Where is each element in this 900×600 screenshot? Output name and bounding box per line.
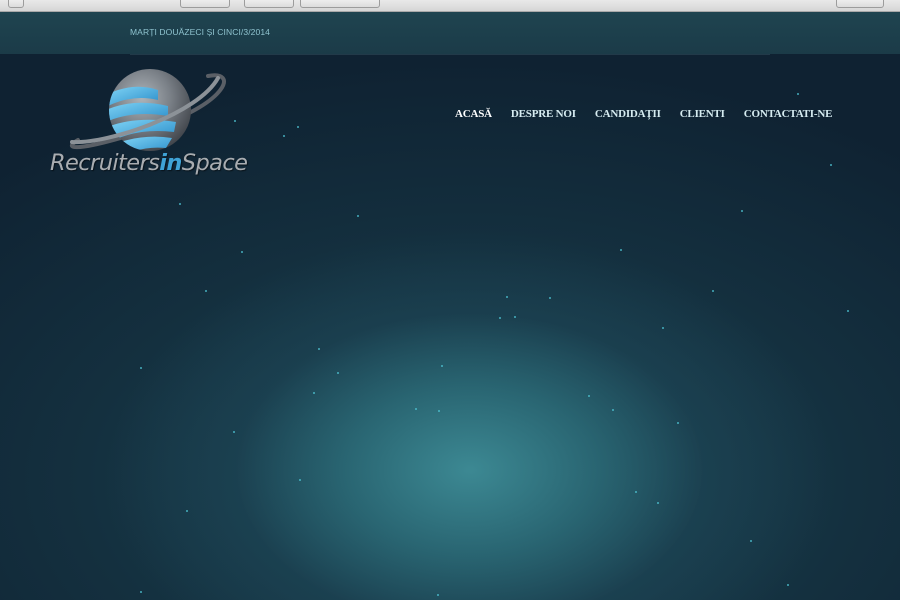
star [233, 431, 235, 433]
star [830, 164, 832, 166]
star [588, 395, 590, 397]
star [205, 290, 207, 292]
browser-button[interactable] [244, 0, 294, 8]
star [514, 316, 516, 318]
star [662, 327, 664, 329]
browser-button[interactable] [836, 0, 884, 8]
star [635, 491, 637, 493]
browser-button[interactable] [8, 0, 24, 8]
star [299, 479, 301, 481]
star [787, 584, 789, 586]
nav-item-contactati-ne[interactable]: CONTACTATI-NE [744, 108, 833, 120]
star [797, 93, 799, 95]
nav-item-clienti[interactable]: CLIENTI [680, 108, 725, 120]
star [179, 203, 181, 205]
star [438, 410, 440, 412]
star [612, 409, 614, 411]
main-nav: ACASĂ DESPRE NOI CANDIDAȚII CLIENTI CONT… [455, 108, 851, 120]
star [140, 591, 142, 593]
logo-text: RecruitersinSpace [50, 150, 248, 176]
star [750, 540, 752, 542]
star [506, 296, 508, 298]
nav-item-acasa[interactable]: ACASĂ [455, 108, 492, 120]
star [437, 594, 439, 596]
star [234, 120, 236, 122]
star [657, 502, 659, 504]
browser-toolbar [0, 0, 900, 12]
star [318, 348, 320, 350]
star [712, 290, 714, 292]
star [140, 367, 142, 369]
star [677, 422, 679, 424]
nav-item-despre-noi[interactable]: DESPRE NOI [511, 108, 576, 120]
star [357, 215, 359, 217]
star [499, 317, 501, 319]
star [186, 510, 188, 512]
star [313, 392, 315, 394]
browser-button[interactable] [180, 0, 230, 8]
star [441, 365, 443, 367]
star [337, 372, 339, 374]
browser-button[interactable] [300, 0, 380, 8]
date-text: MARȚI DOUĂZECI ȘI CINCI/3/2014 [130, 27, 270, 37]
star [241, 251, 243, 253]
nav-item-candidatii[interactable]: CANDIDAȚII [595, 108, 661, 120]
star [415, 408, 417, 410]
star [847, 310, 849, 312]
star [741, 210, 743, 212]
star [283, 135, 285, 137]
divider [130, 54, 770, 55]
star [620, 249, 622, 251]
star [549, 297, 551, 299]
star [297, 126, 299, 128]
